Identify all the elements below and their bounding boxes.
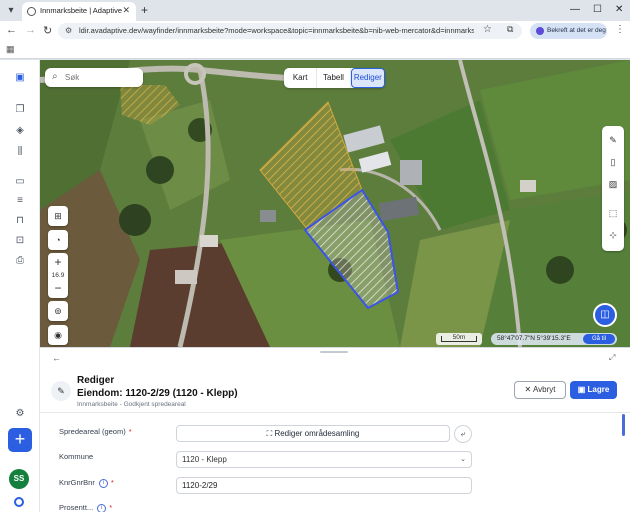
knr-value: 1120-2/29	[182, 481, 218, 490]
maximize-icon[interactable]: ☐	[593, 4, 602, 15]
map-view[interactable]: ⌕ Kart Tabell Rediger ⊞ ◔ + 16.9 − ⊚ ◉ ✎…	[40, 60, 630, 347]
zoom-to-geometry-icon[interactable]: ⤶	[454, 425, 472, 443]
tab-favicon-icon	[27, 7, 36, 16]
measure-icon[interactable]: ⊚	[48, 301, 68, 321]
apps-grid-icon[interactable]: ▦	[6, 44, 15, 55]
search-input[interactable]	[65, 70, 139, 85]
site-info-icon[interactable]: ⚙	[65, 26, 72, 35]
reload-icon[interactable]: ↻	[43, 24, 52, 37]
library-icon[interactable]: ⫼	[10, 144, 30, 160]
tab-rediger[interactable]: Rediger	[350, 68, 385, 88]
browser-tab[interactable]: Innmarksbeite | Adaptive ✕	[22, 2, 136, 21]
url-text[interactable]: ldir.avadaptive.dev/wayfinder/innmarksbe…	[79, 26, 474, 35]
extensions-icon[interactable]: ⧉	[507, 24, 513, 35]
identity-confirm-chip[interactable]: Bekreft at det er deg	[530, 23, 607, 39]
eraser-icon[interactable]: ▯	[602, 153, 624, 171]
browser-tabbar: ▾ Innmarksbeite | Adaptive ✕ + — ☐ ✕	[0, 0, 630, 21]
spredeareal-label: Spredeareal (geom) *	[59, 427, 132, 436]
workspace-icon[interactable]: ▣	[10, 70, 30, 86]
filter-icon[interactable]: ≡	[10, 193, 30, 209]
profile-icon	[536, 27, 544, 35]
panel-drag-handle[interactable]	[320, 351, 348, 353]
edit-panel: ← ⤢ ✎ Rediger Eiendom: 1120-2/29 (1120 -…	[40, 347, 630, 512]
panel-caption: Innmarksbeite - Godkjent spredeareal	[77, 401, 186, 408]
layers-icon[interactable]: ◈	[10, 123, 30, 139]
save-button[interactable]: ▣ Lagre	[570, 381, 617, 399]
scale-bar: 50m	[436, 333, 482, 345]
kommune-value: 1120 - Klepp	[182, 455, 227, 464]
kommune-select[interactable]: 1120 - Klepp ⌄	[176, 451, 472, 468]
expand-icon[interactable]: ⤢	[609, 353, 615, 363]
browser-menu-icon[interactable]: ⋮	[615, 24, 625, 35]
goto-button[interactable]: Gå til	[583, 334, 615, 344]
back-icon[interactable]: ←	[6, 24, 17, 36]
coordinate-readout: 58°47'07.7"N 5°39'15.3"E Gå til	[491, 333, 617, 345]
browser-toolbar: ← → ↻ ⚙ ldir.avadaptive.dev/wayfinder/in…	[0, 21, 630, 41]
edit-area-collection-label: Rediger områdesamling	[274, 429, 360, 438]
tab-title: Innmarksbeite | Adaptive	[40, 6, 122, 15]
basemap-toggle-button[interactable]: ◫	[593, 303, 617, 327]
mode-switch: Kart Tabell Rediger	[284, 68, 385, 88]
back-arrow-icon[interactable]: ←	[52, 353, 61, 363]
stack-icon[interactable]: ❐	[10, 102, 30, 118]
map-search[interactable]: ⌕	[45, 68, 143, 87]
cancel-label: Avbryt	[532, 385, 556, 394]
add-button[interactable]: +	[8, 428, 32, 452]
chevron-down-icon: ⌄	[460, 456, 466, 463]
app-sidebar: ▣ ❐ ◈ ⫼ ▭ ≡ ⊓ ⊡ ⎙ ⚙ + SS	[0, 60, 40, 512]
panel-subtitle: Eiendom: 1120-2/29 (1120 - Klepp)	[77, 388, 238, 399]
select-box-icon[interactable]: ⬚	[602, 204, 624, 222]
coordinate-text: 58°47'07.7"N 5°39'15.3"E	[497, 335, 571, 342]
cancel-button[interactable]: ✕ Avbryt	[514, 381, 566, 399]
minimize-icon[interactable]: —	[570, 4, 580, 15]
image-icon[interactable]: ▨	[602, 175, 624, 193]
edit-pencil-icon: ✎	[51, 381, 71, 401]
edit-area-collection-button[interactable]: ⛶ Rediger områdesamling	[176, 425, 450, 442]
forward-icon[interactable]: →	[25, 24, 36, 36]
info-icon: i	[98, 478, 108, 488]
bookmark-icon[interactable]: ⊓	[10, 213, 30, 229]
tab-kart[interactable]: Kart	[284, 68, 318, 88]
app-logo-icon	[14, 497, 24, 507]
knr-label: KnrGnrBnr i *	[59, 478, 114, 488]
save-label: Lagre	[587, 385, 610, 394]
tab-search-icon[interactable]: ▾	[4, 4, 18, 18]
tab-tabell[interactable]: Tabell	[317, 68, 351, 88]
knr-field[interactable]: 1120-2/29	[176, 477, 472, 494]
edit-toolbar: ✎ ▯ ▨ ⬚ ⊹	[602, 126, 624, 251]
zoom-out-button[interactable]: −	[48, 281, 68, 295]
next-field-label: Prosentt... i *	[59, 503, 113, 512]
close-window-icon[interactable]: ✕	[615, 4, 623, 15]
scale-label: 50m	[452, 334, 466, 341]
tab-close-icon[interactable]: ✕	[122, 5, 130, 16]
confirm-chip-label: Bekreft at det er deg	[547, 27, 606, 34]
snap-icon[interactable]: ⊹	[602, 226, 624, 244]
info-icon: i	[97, 503, 107, 512]
search-icon: ⌕	[52, 71, 58, 82]
bookmarks-bar: ▦	[0, 41, 630, 59]
draw-pen-icon[interactable]: ✎	[602, 131, 624, 149]
avatar[interactable]: SS	[9, 469, 29, 489]
folder-icon[interactable]: ▭	[10, 174, 30, 190]
address-bar[interactable]: ⚙ ldir.avadaptive.dev/wayfinder/innmarks…	[58, 23, 522, 39]
map-add-layer-icon[interactable]: ⊞	[48, 206, 68, 226]
new-tab-icon[interactable]: +	[141, 3, 148, 17]
panel-title: Rediger	[77, 375, 115, 386]
aerial-imagery	[40, 60, 630, 347]
settings-gear-icon[interactable]: ⚙	[10, 406, 30, 422]
zoom-level: 16.9	[51, 272, 65, 279]
zoom-control: + 16.9 −	[48, 253, 68, 298]
panel-scrollbar[interactable]	[622, 414, 625, 436]
close-icon: ✕	[524, 385, 533, 394]
kommune-label: Kommune	[59, 452, 94, 461]
panel-divider	[40, 412, 630, 413]
print-icon[interactable]: ⎙	[10, 253, 30, 269]
compass-icon[interactable]: ◔	[48, 230, 68, 250]
locate-icon[interactable]: ◉	[48, 325, 68, 345]
bookmark-star-icon[interactable]: ☆	[483, 24, 492, 35]
stamp-icon[interactable]: ⊡	[10, 233, 30, 249]
zoom-in-button[interactable]: +	[48, 255, 68, 269]
